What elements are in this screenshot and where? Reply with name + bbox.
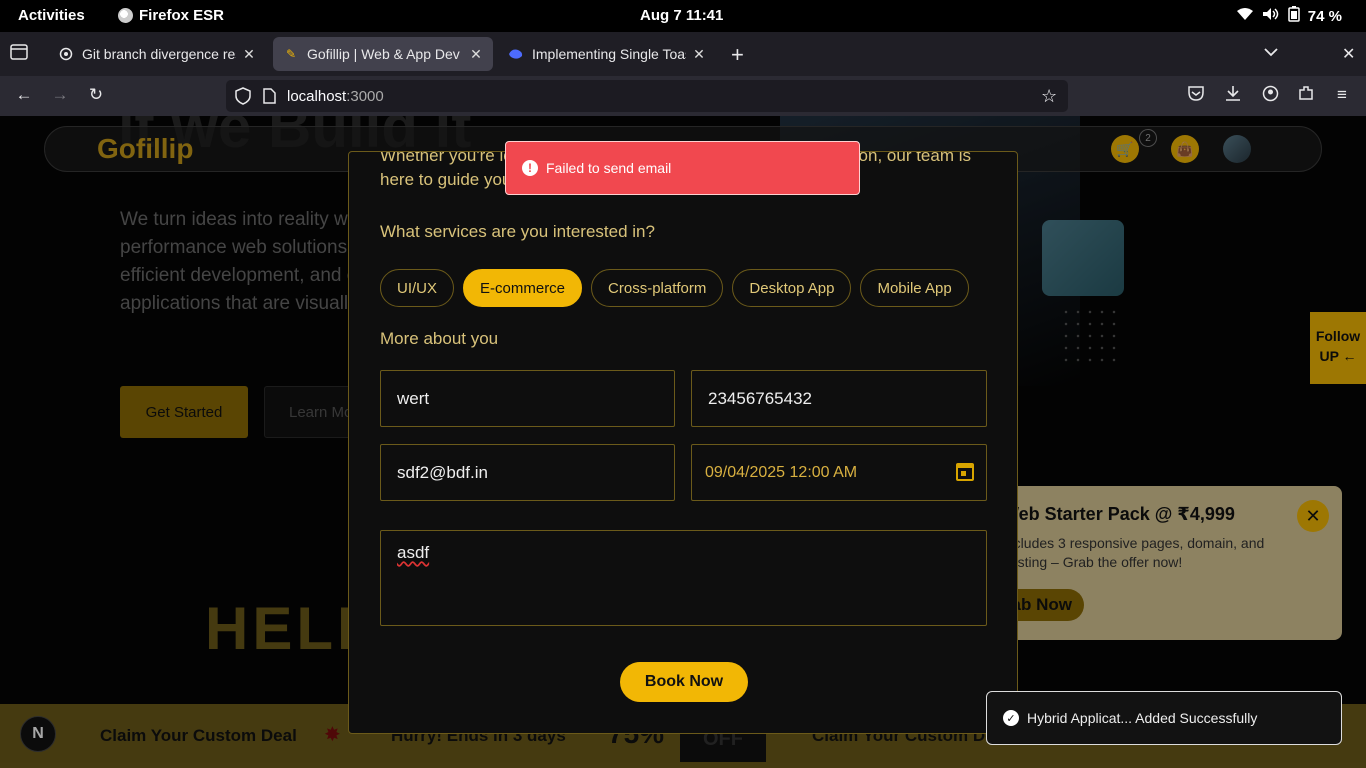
close-tab-icon[interactable]: ✕	[692, 46, 706, 63]
gofillip-icon: ✎	[285, 47, 297, 61]
tab-title: Gofillip | Web & App Dev	[307, 46, 460, 62]
shield-icon[interactable]	[235, 87, 251, 109]
datetime-field[interactable]: 09/04/2025 12:00 AM	[691, 444, 987, 501]
tab-toast[interactable]: Implementing Single Toas ✕	[498, 37, 716, 71]
calendar-icon[interactable]	[956, 463, 974, 481]
deepseek-icon	[508, 46, 524, 62]
tab-git-branch[interactable]: Git branch divergence res ✕	[48, 37, 266, 71]
page-info-icon[interactable]	[262, 88, 276, 108]
volume-icon	[1262, 7, 1280, 25]
book-now-button[interactable]: Book Now	[620, 662, 748, 702]
error-icon: !	[522, 160, 538, 176]
close-tab-icon[interactable]: ✕	[242, 46, 256, 63]
chip-ui-ux[interactable]: UI/UX	[380, 269, 455, 307]
forward-icon[interactable]: →	[50, 85, 70, 105]
list-tabs-icon[interactable]	[1263, 44, 1279, 62]
extensions-icon[interactable]	[1296, 85, 1316, 106]
app-menu[interactable]: Firefox ESR	[118, 7, 224, 24]
account-icon[interactable]	[1260, 85, 1280, 107]
url-bar[interactable]: localhost:3000 ☆	[226, 80, 1068, 112]
phone-field[interactable]: 23456765432	[691, 370, 987, 427]
email-field[interactable]: sdf2@bdf.in	[380, 444, 675, 501]
openai-icon	[58, 46, 74, 62]
firefox-icon	[118, 8, 133, 23]
success-toast: ✓ Hybrid Applicat... Added Successfully	[986, 691, 1342, 745]
back-icon[interactable]: ←	[14, 85, 34, 105]
check-icon: ✓	[1003, 710, 1019, 726]
tab-strip: Git branch divergence res ✕ ✎ Gofillip |…	[0, 32, 1366, 76]
message-textarea[interactable]: asdf	[380, 530, 987, 626]
close-window-icon[interactable]: ✕	[1342, 44, 1355, 64]
bookmark-star-icon[interactable]: ☆	[1041, 86, 1057, 107]
tab-gofillip[interactable]: ✎ Gofillip | Web & App Dev ✕	[273, 37, 493, 71]
downloads-icon[interactable]	[1223, 85, 1243, 106]
navigation-toolbar: ← → ↻ localhost:3000 ☆ ≡	[0, 76, 1366, 116]
message-value: asdf	[397, 543, 430, 562]
activities-button[interactable]: Activities	[18, 7, 85, 24]
clock[interactable]: Aug 7 11:41	[640, 7, 723, 24]
tab-overview-icon[interactable]	[10, 44, 28, 65]
new-tab-icon[interactable]: +	[731, 42, 744, 68]
name-field[interactable]: wert	[380, 370, 675, 427]
tab-title: Implementing Single Toas	[532, 46, 686, 62]
app-name: Firefox ESR	[139, 7, 225, 24]
services-label: What services are you interested in?	[380, 222, 655, 241]
chip-cross-platform[interactable]: Cross-platform	[591, 269, 724, 307]
success-toast-text: Hybrid Applicat... Added Successfully	[1027, 710, 1258, 726]
chip-mobile-app[interactable]: Mobile App	[860, 269, 969, 307]
system-top-bar: Activities Firefox ESR Aug 7 11:41 74 %	[0, 0, 1366, 32]
error-toast-text: Failed to send email	[546, 160, 672, 176]
chip-desktop-app[interactable]: Desktop App	[732, 269, 852, 307]
datetime-value: 09/04/2025 12:00 AM	[705, 463, 858, 481]
chip-e-commerce[interactable]: E-commerce	[463, 269, 583, 307]
close-tab-icon[interactable]: ✕	[469, 46, 483, 63]
battery-percent: 74 %	[1307, 7, 1342, 25]
menu-icon[interactable]: ≡	[1332, 85, 1352, 105]
status-area[interactable]: 74 %	[1236, 6, 1342, 26]
error-toast: ! Failed to send email	[505, 141, 860, 195]
reload-icon[interactable]: ↻	[86, 85, 106, 105]
booking-modal: Whether you're looking for a website, an…	[348, 151, 1018, 734]
battery-icon	[1288, 6, 1300, 26]
tab-title: Git branch divergence res	[82, 46, 236, 62]
wifi-icon	[1236, 7, 1254, 25]
services-chip-group: UI/UX E-commerce Cross-platform Desktop App…	[380, 269, 987, 307]
pocket-icon[interactable]	[1186, 85, 1206, 106]
url-text: localhost:3000	[287, 88, 384, 105]
about-label: More about you	[380, 329, 499, 348]
